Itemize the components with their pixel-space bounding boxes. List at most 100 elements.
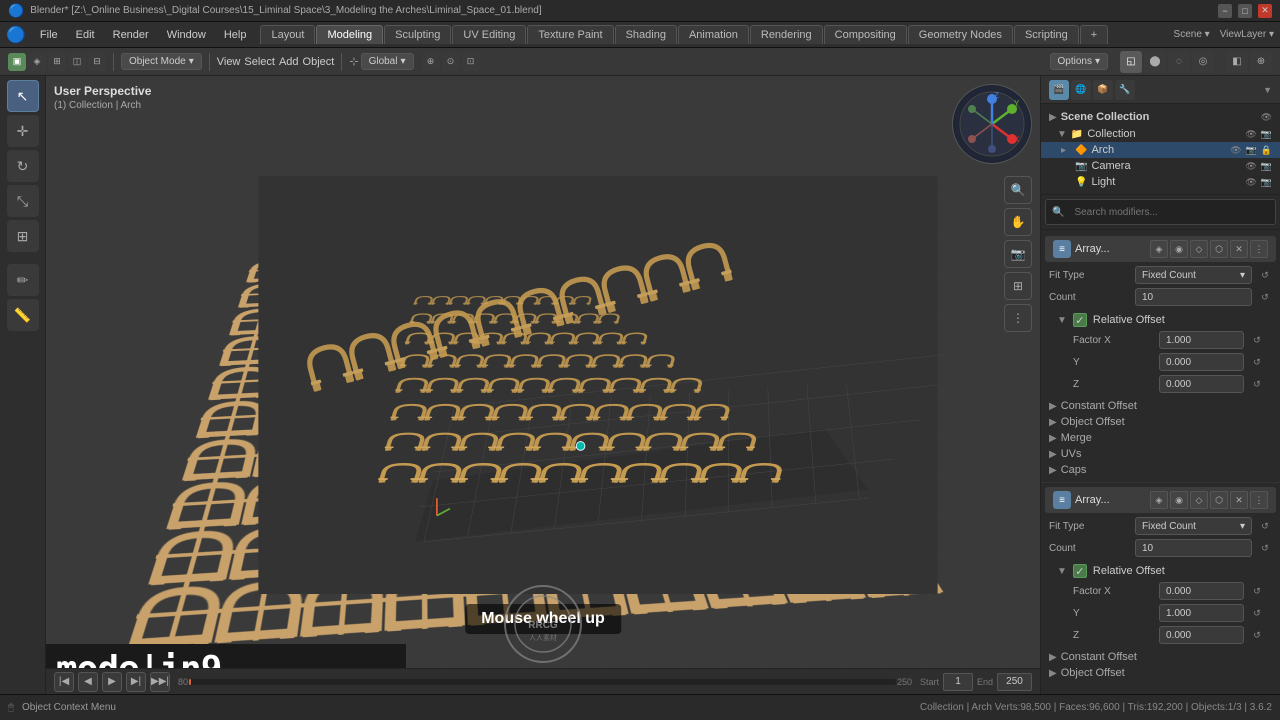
prop-tab-world[interactable]: 🌐 — [1071, 80, 1091, 100]
mod1-count-reset[interactable]: ↺ — [1258, 290, 1272, 304]
scene-collection-eye[interactable]: 👁 — [1261, 112, 1272, 123]
annotate-tool[interactable]: ✏ — [7, 264, 39, 296]
maximize-button[interactable]: □ — [1238, 4, 1252, 18]
icon4[interactable]: ⊟ — [88, 53, 106, 71]
mod1-uvs-header[interactable]: ▶ UVs — [1049, 448, 1272, 460]
mod2-const-offset-header[interactable]: ▶ Constant Offset — [1049, 651, 1272, 663]
mod1-toggle2[interactable]: ◉ — [1170, 240, 1188, 258]
solid-btn[interactable]: ⬤ — [1144, 51, 1166, 73]
arch-eye[interactable]: 👁 — [1230, 145, 1241, 156]
header-object[interactable]: Object — [303, 56, 335, 68]
mod2-fy-value[interactable]: 1.000 — [1159, 604, 1244, 622]
transform-dropdown[interactable]: Global ▾ — [361, 53, 414, 70]
tab-uv-editing[interactable]: UV Editing — [452, 25, 526, 44]
options-dropdown[interactable]: Options ▾ — [1050, 53, 1109, 70]
tl-prev-btn[interactable]: ◀ — [78, 672, 98, 692]
camera-toggle-btn[interactable]: 📷 — [1004, 240, 1032, 268]
mod2-more[interactable]: ⋮ — [1250, 491, 1268, 509]
arch-camera[interactable]: 📷 — [1246, 145, 1257, 156]
modifier2-header[interactable]: ≡ Array... ◈ ◉ ◇ ⬡ ✕ ⋮ — [1045, 487, 1276, 513]
mod1-fy-reset[interactable]: ↺ — [1250, 355, 1264, 369]
mod2-toggle1[interactable]: ◈ — [1150, 491, 1168, 509]
tab-rendering[interactable]: Rendering — [750, 25, 823, 44]
mod2-close[interactable]: ✕ — [1230, 491, 1248, 509]
tab-scripting[interactable]: Scripting — [1014, 25, 1079, 44]
mod1-fit-reset[interactable]: ↺ — [1258, 268, 1272, 282]
mod1-toggle1[interactable]: ◈ — [1150, 240, 1168, 258]
tl-next-btn[interactable]: ▶| — [126, 672, 146, 692]
mod1-toggle3[interactable]: ◇ — [1190, 240, 1208, 258]
measure-tool[interactable]: 📏 — [7, 299, 39, 331]
tree-item-arch[interactable]: ▸ 🔶 Arch 👁 📷 🔒 — [1041, 142, 1280, 158]
grid-btn[interactable]: ⊞ — [1004, 272, 1032, 300]
mod2-fx-reset[interactable]: ↺ — [1250, 584, 1264, 598]
mod2-fit-reset[interactable]: ↺ — [1258, 519, 1272, 533]
icon3[interactable]: ◫ — [68, 53, 86, 71]
mod1-fx-value[interactable]: 1.000 — [1159, 331, 1244, 349]
arch-restrict[interactable]: 🔒 — [1261, 145, 1272, 156]
object-mode-dropdown[interactable]: Object Mode ▾ — [121, 53, 202, 70]
axis-gizmo[interactable]: Y X Z — [952, 84, 1032, 164]
wireframe-btn[interactable]: ◱ — [1120, 51, 1142, 73]
mod1-more[interactable]: ⋮ — [1250, 240, 1268, 258]
mod2-count-reset[interactable]: ↺ — [1258, 541, 1272, 555]
mod1-toggle4[interactable]: ⬡ — [1210, 240, 1228, 258]
mod2-toggle4[interactable]: ⬡ — [1210, 491, 1228, 509]
mod2-fit-type-value[interactable]: Fixed Count ▾ — [1135, 517, 1252, 535]
tree-item-light[interactable]: 💡 Light 👁 📷 — [1041, 174, 1280, 190]
prop-tab-object[interactable]: 📦 — [1093, 80, 1113, 100]
tl-play-btn[interactable]: ▶ — [102, 672, 122, 692]
gizmo-btn[interactable]: ⊕ — [1250, 51, 1272, 73]
mod1-fx-reset[interactable]: ↺ — [1250, 333, 1264, 347]
menu-render[interactable]: Render — [105, 27, 157, 43]
tab-add[interactable]: + — [1080, 25, 1108, 44]
mod2-fx-value[interactable]: 0.000 — [1159, 582, 1244, 600]
collection-item[interactable]: ▼ 📁 Collection 👁 📷 — [1041, 126, 1280, 142]
tab-layout[interactable]: Layout — [260, 25, 315, 44]
tab-geometry-nodes[interactable]: Geometry Nodes — [908, 25, 1013, 44]
cursor-tool[interactable]: ↖ — [7, 80, 39, 112]
modifier-search[interactable] — [1068, 202, 1269, 222]
tab-compositing[interactable]: Compositing — [824, 25, 907, 44]
mod2-rel-offset-expand[interactable]: ▼ — [1057, 566, 1067, 577]
collection-eye[interactable]: 👁 — [1245, 129, 1256, 140]
minimize-button[interactable]: − — [1218, 4, 1232, 18]
mod2-toggle3[interactable]: ◇ — [1190, 491, 1208, 509]
header-select[interactable]: Select — [244, 56, 275, 68]
mod1-fy-value[interactable]: 0.000 — [1159, 353, 1244, 371]
mod2-fy-reset[interactable]: ↺ — [1250, 606, 1264, 620]
mod1-const-offset-header[interactable]: ▶ Constant Offset — [1049, 400, 1272, 412]
tab-animation[interactable]: Animation — [678, 25, 749, 44]
viewlayer-dropdown[interactable]: ViewLayer ▾ — [1220, 29, 1274, 40]
zoom-in-btn[interactable]: 🔍 — [1004, 176, 1032, 204]
header-view[interactable]: View — [217, 56, 241, 68]
menu-help[interactable]: Help — [216, 27, 255, 43]
tab-sculpting[interactable]: Sculpting — [384, 25, 451, 44]
mod1-caps-header[interactable]: ▶ Caps — [1049, 464, 1272, 476]
viewport[interactable]: User Perspective (1) Collection | Arch .… — [46, 76, 1040, 694]
prop-tab-modifier[interactable]: 🔧 — [1115, 80, 1135, 100]
mod1-fz-value[interactable]: 0.000 — [1159, 375, 1244, 393]
icon1[interactable]: ◈ — [28, 53, 46, 71]
menu-file[interactable]: File — [32, 27, 66, 43]
more-btn[interactable]: ⋮ — [1004, 304, 1032, 332]
tab-texture-paint[interactable]: Texture Paint — [527, 25, 613, 44]
tab-shading[interactable]: Shading — [615, 25, 677, 44]
mod2-count-value[interactable]: 10 — [1135, 539, 1252, 557]
mod1-rel-offset-checkbox[interactable]: ✓ — [1073, 313, 1087, 327]
tab-modeling[interactable]: Modeling — [316, 25, 383, 44]
scrub-bar[interactable] — [189, 679, 896, 685]
modifier1-header[interactable]: ≡ Array... ◈ ◉ ◇ ⬡ ✕ ⋮ — [1045, 236, 1276, 262]
tl-start-btn[interactable]: |◀ — [54, 672, 74, 692]
transform-tool[interactable]: ⊞ — [7, 220, 39, 252]
mod2-obj-offset-header[interactable]: ▶ Object Offset — [1049, 667, 1272, 679]
overlay-btn[interactable]: ◧ — [1226, 51, 1248, 73]
collection-camera[interactable]: 📷 — [1261, 129, 1272, 140]
mod2-rel-offset-checkbox[interactable]: ✓ — [1073, 564, 1087, 578]
menu-window[interactable]: Window — [159, 27, 214, 43]
proportional-btn[interactable]: ⊙ — [442, 53, 460, 71]
mod2-fz-value[interactable]: 0.000 — [1159, 626, 1244, 644]
menu-edit[interactable]: Edit — [68, 27, 103, 43]
snap-mode-btn[interactable]: ⊡ — [462, 53, 480, 71]
mod1-fz-reset[interactable]: ↺ — [1250, 377, 1264, 391]
